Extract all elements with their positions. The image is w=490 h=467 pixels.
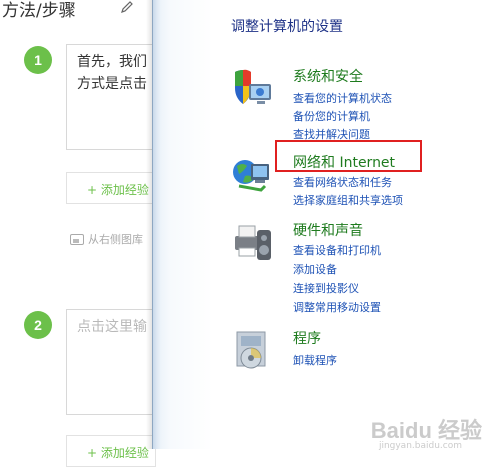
method-title: 方法/步骤 xyxy=(2,1,76,21)
image-icon xyxy=(70,233,84,245)
link-view-computer-status[interactable]: 查看您的计算机状态 xyxy=(293,90,392,106)
link-connect-projector[interactable]: 连接到投影仪 xyxy=(293,280,359,296)
link-view-devices-printers[interactable]: 查看设备和打印机 xyxy=(293,242,381,258)
link-homegroup-sharing[interactable]: 选择家庭组和共享选项 xyxy=(293,192,403,208)
step-1-text-input[interactable]: 首先，我们 方式是点击 xyxy=(66,44,156,150)
control-panel-window: 调整计算机的设置 系统和安全 查看您的计算机状态 备份您的计算机 查找并解决问题… xyxy=(152,0,490,449)
category-hardware-sound[interactable]: 硬件和声音 xyxy=(293,220,363,240)
step-number-2: 2 xyxy=(24,311,52,339)
link-mobility-settings[interactable]: 调整常用移动设置 xyxy=(293,299,381,315)
step-2-placeholder: 点击这里输 xyxy=(77,319,147,335)
pencil-icon[interactable] xyxy=(120,0,134,14)
link-add-device[interactable]: 添加设备 xyxy=(293,261,337,277)
control-panel-title: 调整计算机的设置 xyxy=(231,19,343,35)
link-backup-computer[interactable]: 备份您的计算机 xyxy=(293,108,370,124)
programs-disc-icon[interactable] xyxy=(231,328,275,372)
baidu-watermark-url: jingyan.baidu.com xyxy=(378,441,462,451)
red-highlight-box xyxy=(275,140,422,172)
step-1-line-2: 方式是点击 xyxy=(77,76,147,92)
category-programs[interactable]: 程序 xyxy=(293,328,321,348)
image-hint-text: 从右侧图库 xyxy=(88,233,143,246)
shield-computer-icon[interactable] xyxy=(231,66,275,110)
step-number-1: 1 xyxy=(24,46,52,74)
link-uninstall-program[interactable]: 卸载程序 xyxy=(293,352,337,368)
network-globe-icon[interactable] xyxy=(231,152,275,196)
image-library-hint[interactable]: 从右侧图库 xyxy=(70,231,143,247)
add-experience-button-2[interactable]: + 添加经验 xyxy=(66,435,156,467)
printer-speaker-icon[interactable] xyxy=(231,220,275,264)
step-2-text-input[interactable]: 点击这里输 xyxy=(66,309,156,415)
category-system-security[interactable]: 系统和安全 xyxy=(293,66,363,86)
add-experience-button-1[interactable]: + 添加经验 xyxy=(66,172,156,204)
step-1-line-1: 首先，我们 xyxy=(77,54,147,70)
link-view-network-status[interactable]: 查看网络状态和任务 xyxy=(293,174,392,190)
